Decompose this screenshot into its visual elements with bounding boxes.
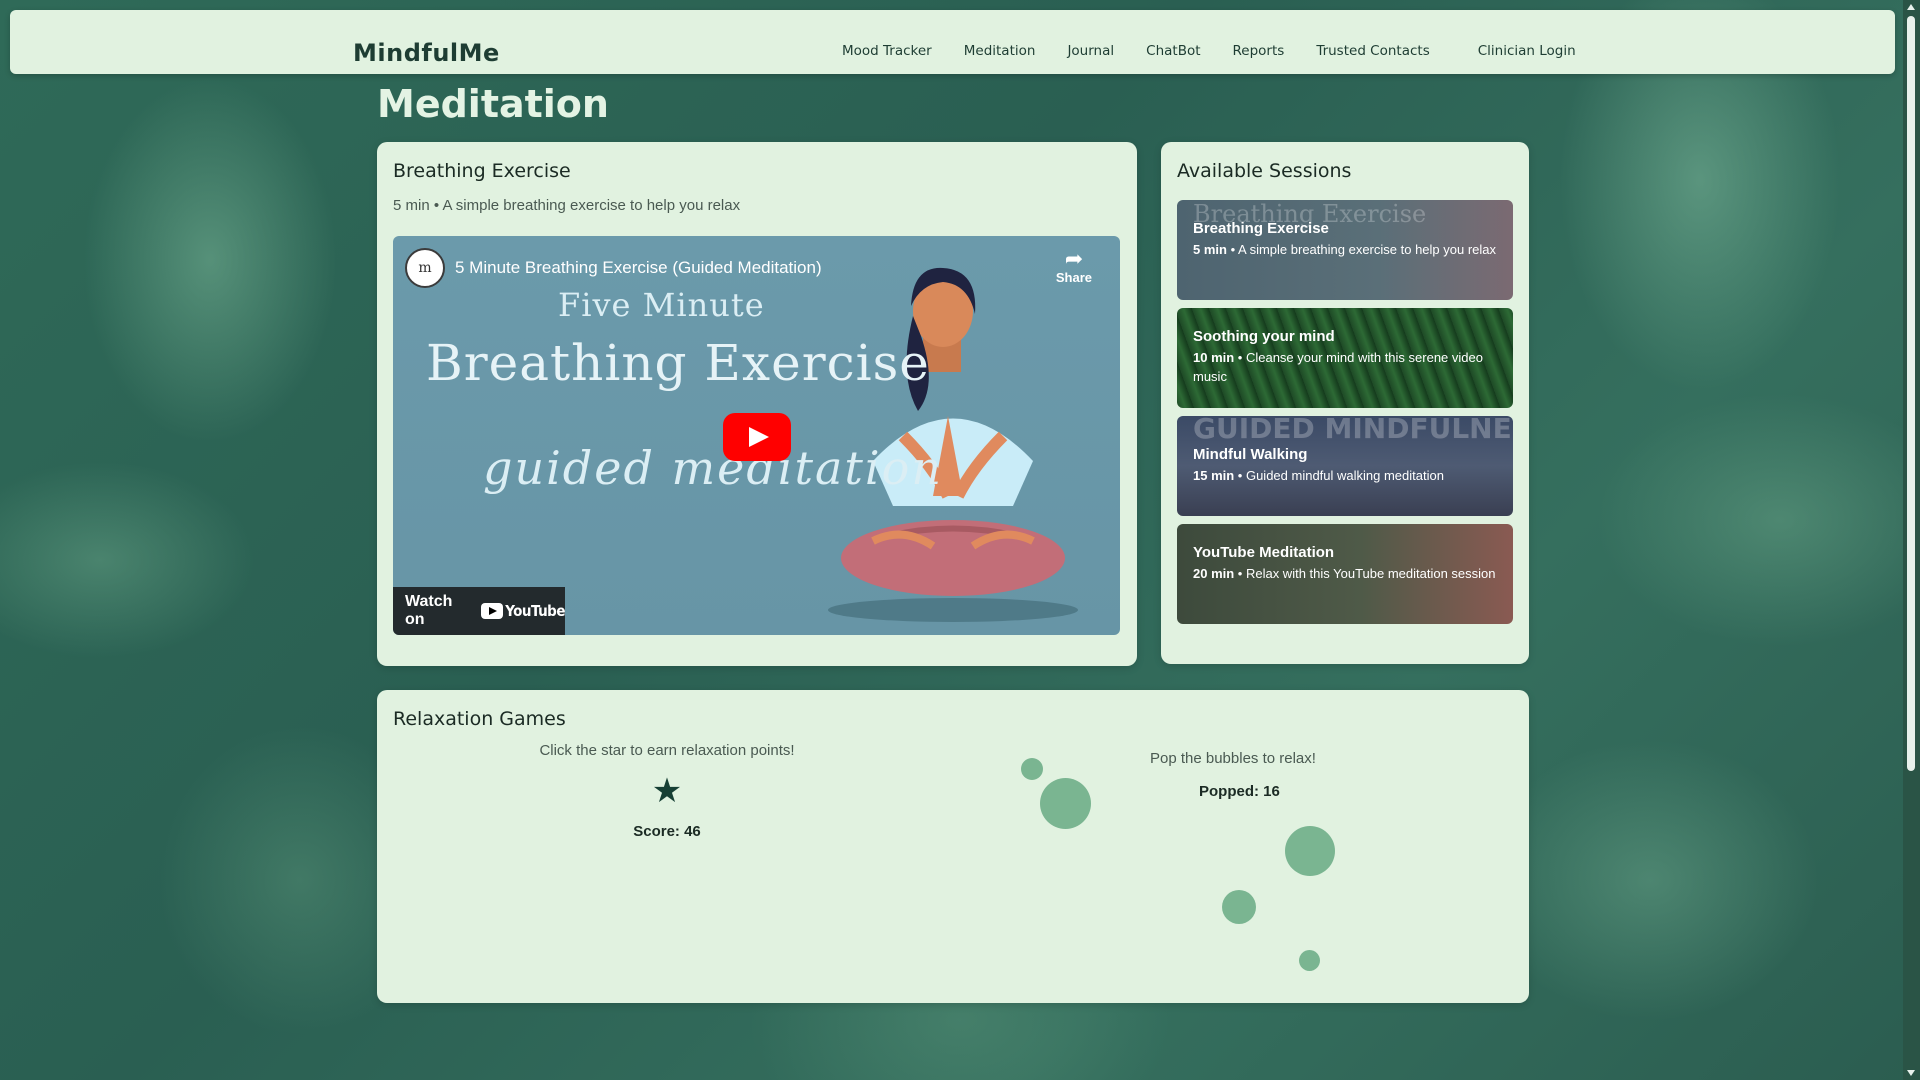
- nav-meditation[interactable]: Meditation: [964, 43, 1036, 59]
- page-scrollbar[interactable]: [1903, 0, 1920, 1080]
- session-card-mindful-walking[interactable]: GUIDED MINDFULNESS Mindful Walking 15 mi…: [1177, 416, 1513, 516]
- nav-journal[interactable]: Journal: [1067, 43, 1114, 59]
- session-thumbnail-text: GUIDED MINDFULNESS: [1193, 416, 1513, 445]
- youtube-logo-icon: YouTube: [481, 602, 565, 620]
- star-icon[interactable]: ★: [652, 771, 682, 811]
- thumbnail-text-line3: guided meditation: [483, 441, 943, 495]
- session-desc: 10 min • Cleanse your mind with this ser…: [1193, 348, 1497, 386]
- session-desc: 20 min • Relax with this YouTube meditat…: [1193, 564, 1497, 583]
- session-description: • A simple breathing exercise to help yo…: [1226, 242, 1497, 257]
- nav-chatbot[interactable]: ChatBot: [1146, 43, 1200, 59]
- navbar: MindfulMe Mood Tracker Meditation Journa…: [10, 10, 1895, 74]
- video-title[interactable]: 5 Minute Breathing Exercise (Guided Medi…: [455, 258, 822, 278]
- nav-clinician-login[interactable]: Clinician Login: [1478, 43, 1576, 59]
- popped-counter: Popped: 16: [1199, 783, 1280, 800]
- session-duration: 5 min: [1193, 242, 1227, 257]
- session-desc: 5 min • A simple breathing exercise to h…: [1193, 240, 1497, 259]
- play-button-icon[interactable]: [723, 413, 791, 461]
- session-duration: 15 min: [1193, 468, 1235, 483]
- bubble[interactable]: [1285, 826, 1335, 876]
- nav-reports[interactable]: Reports: [1233, 43, 1285, 59]
- score-label: Score: 46: [633, 823, 701, 840]
- session-title: YouTube Meditation: [1193, 544, 1335, 561]
- watch-on-youtube-button[interactable]: Watch on YouTube: [393, 587, 565, 635]
- session-duration: 10 min: [1193, 350, 1235, 365]
- star-instruction: Click the star to earn relaxation points…: [539, 742, 795, 759]
- video-embed[interactable]: m 5 Minute Breathing Exercise (Guided Me…: [393, 236, 1120, 635]
- share-icon: ➦: [1064, 246, 1084, 271]
- page-title: Meditation: [377, 82, 609, 126]
- session-desc: 15 min • Guided mindful walking meditati…: [1193, 466, 1497, 485]
- session-description: • Relax with this YouTube meditation ses…: [1234, 566, 1496, 581]
- sessions-title: Available Sessions: [1177, 160, 1352, 182]
- thumbnail-text-line2: Breathing Exercise: [426, 334, 930, 392]
- session-card-youtube-meditation[interactable]: YouTube Meditation 20 min • Relax with t…: [1177, 524, 1513, 624]
- bubble[interactable]: [1222, 890, 1256, 924]
- session-title: Mindful Walking: [1193, 446, 1308, 463]
- channel-logo[interactable]: m: [405, 248, 445, 288]
- player-card: Breathing Exercise 5 min • A simple brea…: [377, 142, 1137, 666]
- session-title: Breathing Exercise: [1193, 220, 1329, 237]
- player-title: Breathing Exercise: [393, 160, 571, 182]
- session-title: Soothing your mind: [1193, 328, 1335, 345]
- session-card-soothing[interactable]: Soothing your mind 10 min • Cleanse your…: [1177, 308, 1513, 408]
- thumbnail-text-line1: Five Minute: [558, 286, 765, 324]
- share-label: Share: [1055, 270, 1092, 285]
- session-description: • Cleanse your mind with this serene vid…: [1193, 350, 1483, 384]
- session-duration: 20 min: [1193, 566, 1235, 581]
- scrollbar-thumb[interactable]: [1907, 16, 1915, 771]
- share-button[interactable]: ➦ Share: [1055, 246, 1092, 286]
- sessions-card: Available Sessions Breathing Exercise Br…: [1161, 142, 1529, 664]
- games-title: Relaxation Games: [393, 708, 566, 730]
- nav-mood-tracker[interactable]: Mood Tracker: [842, 43, 932, 59]
- games-card: Relaxation Games Click the star to earn …: [377, 690, 1529, 1003]
- brand-logo[interactable]: MindfulMe: [353, 39, 500, 67]
- nav-links: Mood Tracker Meditation Journal ChatBot …: [842, 43, 1608, 59]
- player-subtitle: 5 min • A simple breathing exercise to h…: [393, 197, 741, 214]
- bubble[interactable]: [1021, 758, 1043, 780]
- nav-trusted-contacts[interactable]: Trusted Contacts: [1316, 43, 1429, 59]
- bubble-instruction: Pop the bubbles to relax!: [1150, 750, 1316, 767]
- star-game: Click the star to earn relaxation points…: [377, 742, 957, 840]
- bubble[interactable]: [1040, 778, 1091, 829]
- session-description: • Guided mindful walking meditation: [1234, 468, 1444, 483]
- youtube-wordmark: YouTube: [505, 602, 565, 620]
- watch-on-label: Watch on: [405, 593, 453, 628]
- scroll-down-icon[interactable]: [1907, 1070, 1915, 1076]
- session-card-breathing[interactable]: Breathing Exercise Breathing Exercise 5 …: [1177, 200, 1513, 300]
- bubble[interactable]: [1299, 950, 1320, 971]
- scroll-up-icon[interactable]: [1907, 4, 1915, 10]
